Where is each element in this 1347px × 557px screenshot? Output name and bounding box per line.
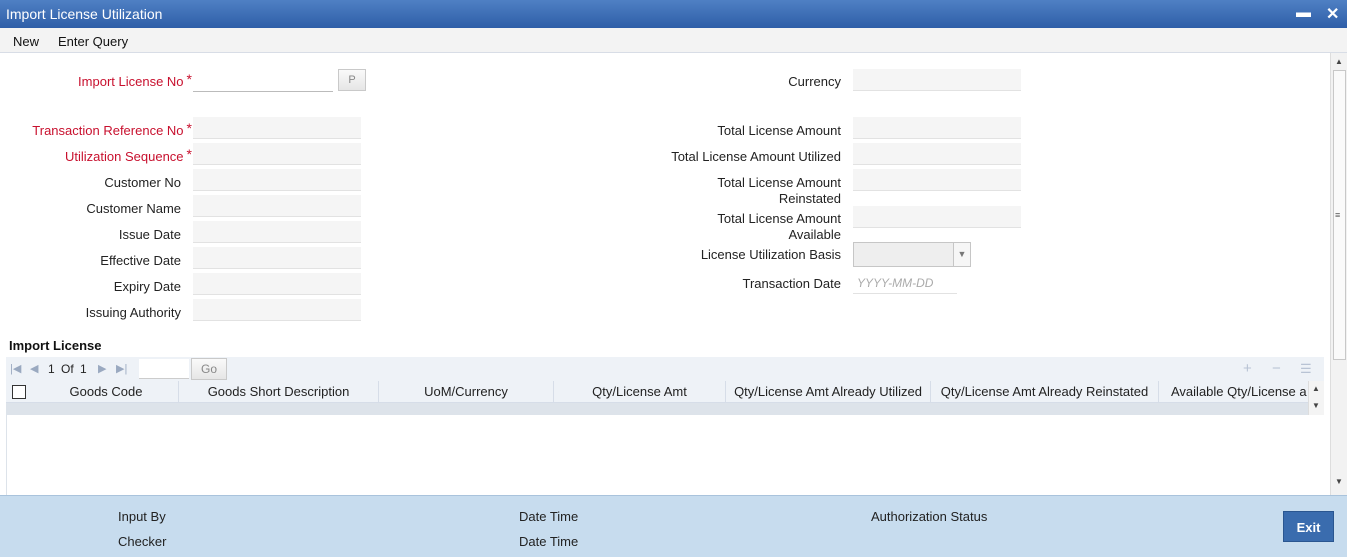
menu-bar: New Enter Query (0, 28, 1347, 53)
column-qty-license-amt-reinstated[interactable]: Qty/License Amt Already Reinstated (931, 381, 1159, 403)
total-pages: 1 (80, 362, 87, 376)
delete-row-icon[interactable]: − (1272, 360, 1281, 377)
currency-label: Currency (788, 74, 841, 89)
authorization-status-label: Authorization Status (871, 509, 988, 524)
menu-enter-query[interactable]: Enter Query (58, 34, 128, 49)
total-license-amount-label: Total License Amount (717, 123, 841, 138)
total-license-amount-available-label-1: Total License Amount (717, 211, 841, 226)
total-license-amount-reinstated-label-1: Total License Amount (717, 175, 841, 190)
scroll-up-icon[interactable]: ▲ (1312, 384, 1320, 393)
input-by-label: Input By (118, 509, 166, 524)
p-lookup-button[interactable]: P (338, 69, 366, 91)
previous-page-icon[interactable]: ◀ (30, 362, 38, 375)
column-available-qty-license-amt[interactable]: Available Qty/License a (1159, 381, 1309, 403)
scroll-down-icon[interactable]: ▼ (1312, 401, 1320, 410)
menu-new[interactable]: New (13, 34, 39, 49)
currency-field[interactable] (853, 69, 1021, 91)
customer-name-label: Customer Name (86, 201, 181, 216)
total-license-amount-available-field[interactable] (853, 206, 1021, 228)
customer-name-field[interactable] (193, 195, 361, 217)
import-license-section-title: Import License (9, 338, 102, 353)
effective-date-field[interactable] (193, 247, 361, 269)
total-license-amount-field[interactable] (853, 117, 1021, 139)
issue-date-field[interactable] (193, 221, 361, 243)
column-qty-license-amt[interactable]: Qty/License Amt (554, 381, 726, 403)
minimize-icon[interactable]: ▬ (1296, 4, 1311, 21)
transaction-date-label: Transaction Date (742, 276, 841, 291)
expiry-date-label: Expiry Date (113, 279, 181, 294)
customer-no-label: Customer No (104, 175, 181, 190)
main-form: Import License No * P Transaction Referen… (0, 53, 1330, 495)
customer-no-field[interactable] (193, 169, 361, 191)
column-uom-currency[interactable]: UoM/Currency (379, 381, 554, 403)
import-license-no-label: Import License No * (78, 71, 192, 89)
scroll-up-icon[interactable]: ▲ (1335, 57, 1343, 66)
page-of-label: Of (61, 362, 74, 376)
total-license-amount-utilized-label: Total License Amount Utilized (671, 149, 841, 164)
utilization-sequence-field[interactable] (193, 143, 361, 165)
import-license-no-field[interactable] (193, 70, 333, 92)
audit-footer: Input By Checker Date Time Date Time Aut… (0, 495, 1347, 557)
add-row-icon[interactable]: + (1243, 360, 1252, 377)
total-license-amount-reinstated-label-2: Reinstated (778, 191, 841, 206)
transaction-reference-no-field[interactable] (193, 117, 361, 139)
row-details-icon[interactable]: ☰ (1300, 361, 1312, 377)
issuing-authority-label: Issuing Authority (85, 305, 181, 320)
issuing-authority-field[interactable] (193, 299, 361, 321)
grid-pager: |◀ ◀ 1 Of 1 ▶ ▶| Go + − ☰ (6, 357, 1324, 381)
grid-body (6, 415, 1324, 495)
chevron-down-icon: ▼ (953, 243, 970, 266)
column-qty-license-amt-utilized[interactable]: Qty/License Amt Already Utilized (726, 381, 931, 403)
license-utilization-basis-label: License Utilization Basis (700, 247, 841, 262)
next-page-icon[interactable]: ▶ (98, 362, 106, 375)
column-goods-short-description[interactable]: Goods Short Description (179, 381, 379, 403)
issue-date-label: Issue Date (118, 227, 181, 242)
license-utilization-basis-select[interactable]: ▼ (853, 242, 971, 267)
title-bar: Import License Utilization ▬ ✕ (0, 0, 1347, 28)
transaction-date-field[interactable]: YYYY-MM-DD (853, 272, 957, 294)
total-license-amount-utilized-field[interactable] (853, 143, 1021, 165)
expiry-date-field[interactable] (193, 273, 361, 295)
scroll-down-icon[interactable]: ▼ (1335, 477, 1343, 486)
last-page-icon[interactable]: ▶| (116, 362, 127, 375)
grid-scrollbar[interactable]: ▲ ▼ (1308, 381, 1324, 415)
window-title: Import License Utilization (6, 6, 163, 22)
total-license-amount-available-label-2: Available (788, 227, 841, 242)
scroll-grip-icon: ≡ (1335, 210, 1341, 220)
first-page-icon[interactable]: |◀ (10, 362, 21, 375)
column-goods-code[interactable]: Goods Code (34, 381, 179, 403)
utilization-sequence-label: Utilization Sequence * (65, 146, 192, 164)
date-time-label: Date Time (519, 509, 579, 524)
table-row[interactable] (6, 403, 1316, 415)
page-number-input[interactable] (139, 359, 189, 379)
exit-button[interactable]: Exit (1283, 511, 1334, 542)
go-button[interactable]: Go (191, 358, 227, 380)
page-scrollbar[interactable]: ▲ ≡ ▼ (1330, 53, 1347, 495)
grid-header: Goods Code Goods Short Description UoM/C… (6, 381, 1324, 403)
close-icon[interactable]: ✕ (1326, 4, 1339, 24)
current-page: 1 (48, 362, 55, 376)
select-all-checkbox[interactable] (12, 385, 26, 399)
checker-label: Checker (118, 534, 167, 549)
effective-date-label: Effective Date (100, 253, 181, 268)
total-license-amount-reinstated-field[interactable] (853, 169, 1021, 191)
transaction-reference-no-label: Transaction Reference No * (32, 120, 192, 138)
checker-date-time-label: Date Time (519, 534, 579, 549)
